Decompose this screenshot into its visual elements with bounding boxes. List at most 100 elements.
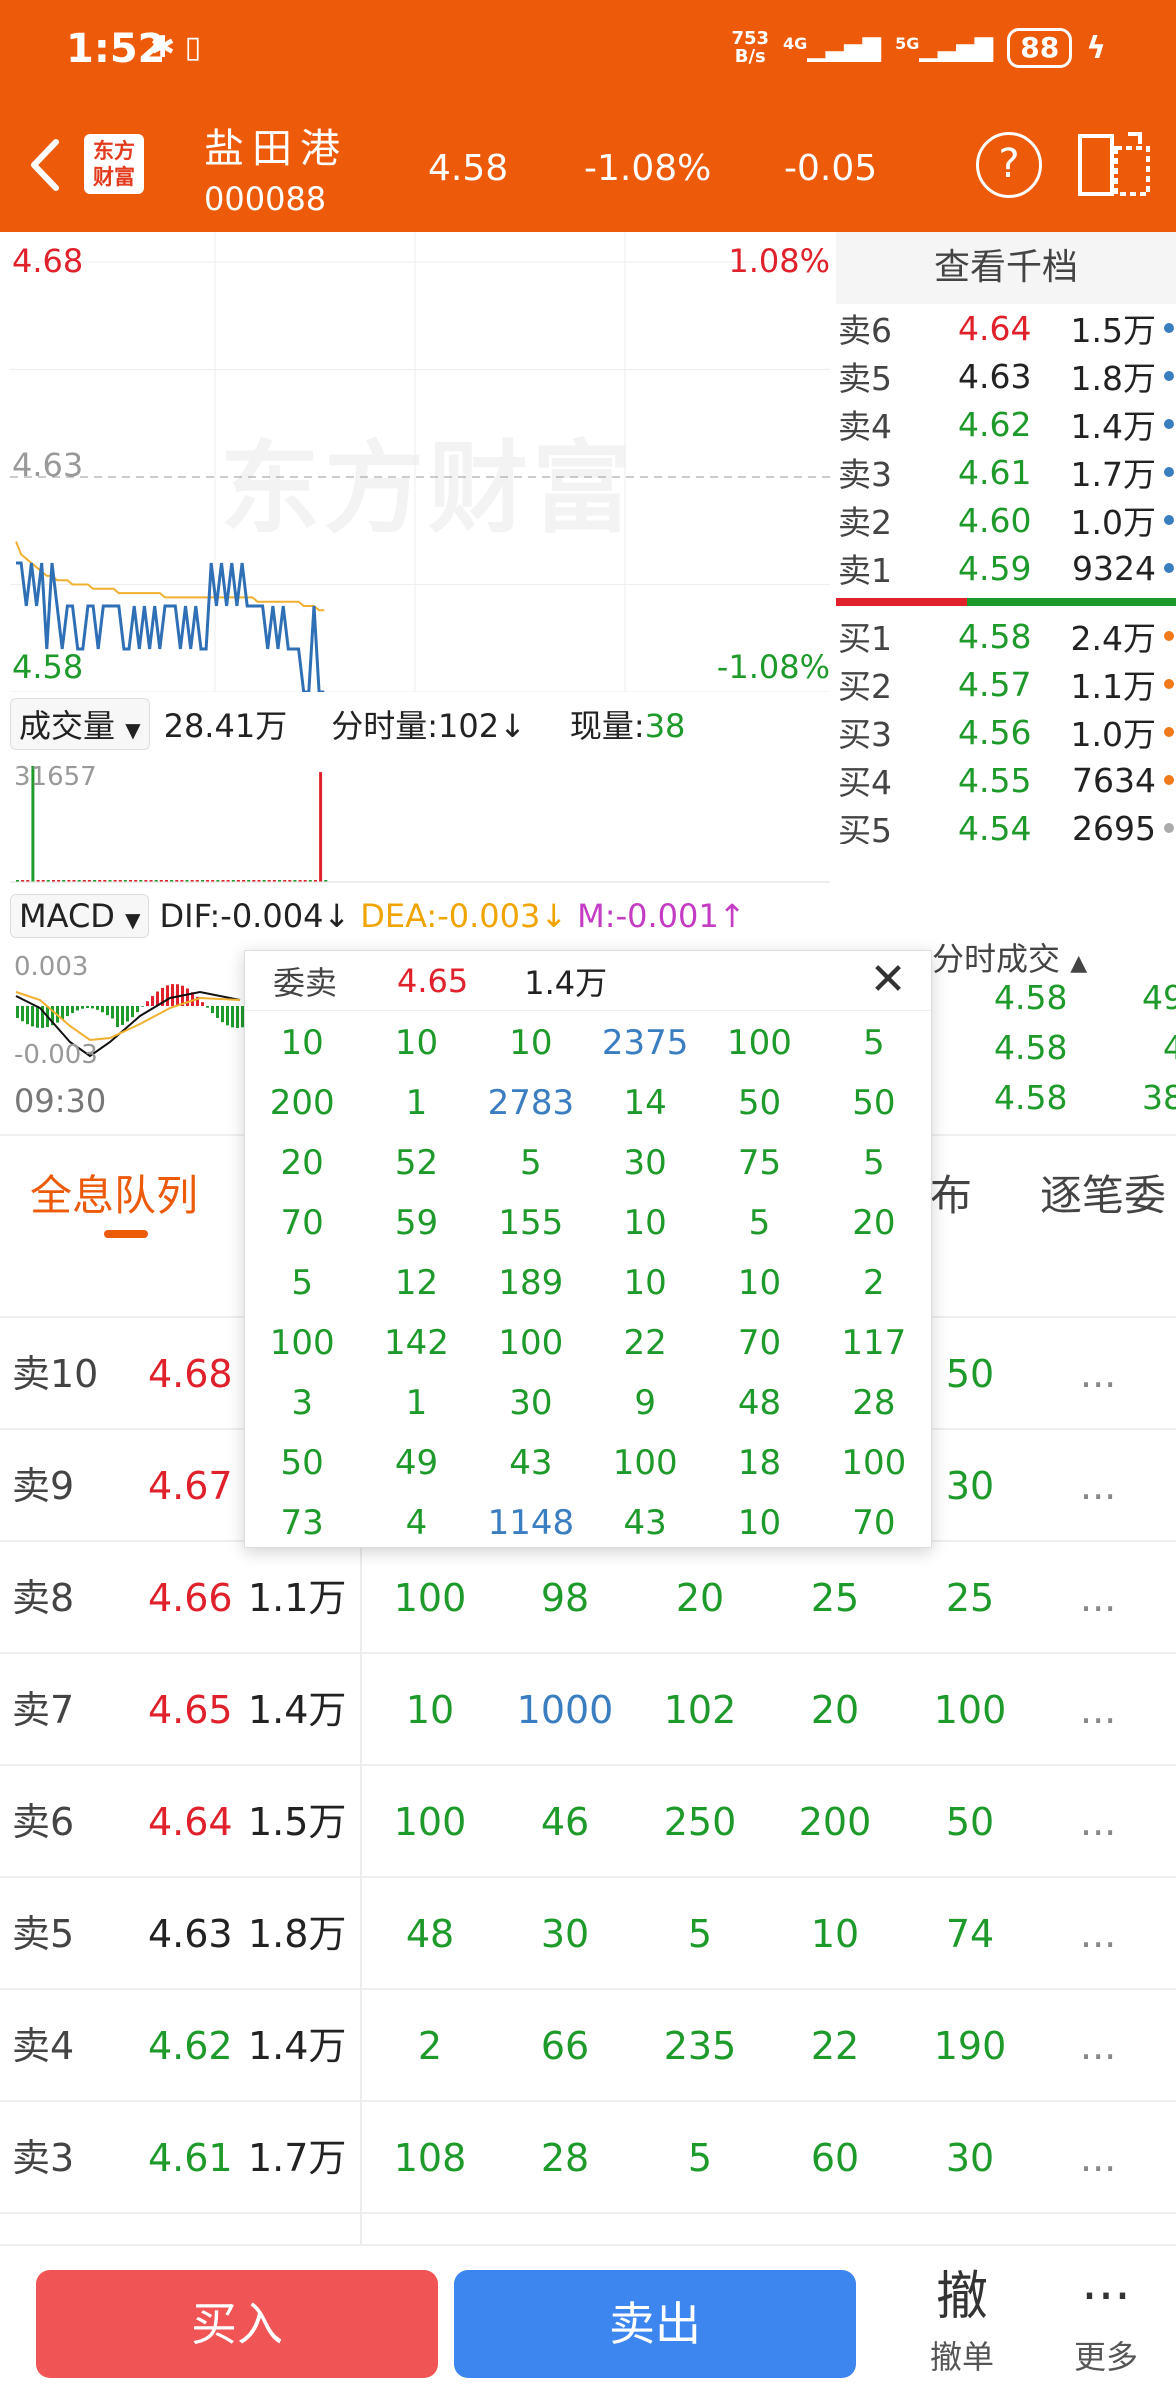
order-book-title[interactable]: 查看千档 [836, 232, 1176, 304]
popup-order-cell: 10 [394, 1023, 439, 1063]
close-icon[interactable]: ✕ [863, 955, 913, 1005]
popup-order-cell: 10 [509, 1023, 553, 1063]
help-button[interactable]: ? [976, 132, 1042, 198]
popup-order-cell: 2783 [487, 1083, 575, 1123]
tab-full-queue[interactable]: 全息队列 [30, 1162, 198, 1223]
dif-value: DIF:-0.004↓ [159, 897, 350, 935]
macd-selector[interactable]: MACD ▼ [10, 894, 150, 938]
layout-switch-button[interactable] [1076, 130, 1152, 200]
ask-row[interactable]: 卖3 4.61 1.7万 [836, 448, 1176, 496]
ticks-title: 分时成交 ▲ [932, 934, 1087, 980]
bid-row[interactable]: 买5 4.54 2695 [836, 804, 1176, 844]
more-button[interactable]: ··· 更多 [1046, 2262, 1166, 2378]
net-speed-unit: B/s [734, 46, 766, 67]
volume-selector[interactable]: 成交量 ▼ [10, 698, 150, 750]
sell-button[interactable]: 卖出 [454, 2270, 856, 2378]
macd-histogram-bar [66, 1006, 69, 1017]
tab-tick-orders[interactable]: 逐笔委 [1040, 1162, 1176, 1223]
queue-more[interactable]: ... [1080, 1654, 1116, 1766]
buy-button[interactable]: 买入 [36, 2270, 438, 2378]
popup-order-cell: 52 [394, 1143, 439, 1183]
queue-order: 22 [810, 2024, 860, 2068]
m-value: M:-0.001↑ [577, 897, 745, 935]
ask-dot [1164, 515, 1174, 525]
ask-row[interactable]: 卖1 4.59 9324 [836, 544, 1176, 592]
macd-histogram-bar [91, 1006, 94, 1009]
queue-row[interactable]: 卖3 4.61 1.7万 108 28 5 60 30... [0, 2102, 1176, 2214]
popup-order-cell: 28 [852, 1383, 896, 1423]
header-change: -0.05 [784, 148, 878, 189]
cancel-label: 撤单 [929, 2338, 994, 2376]
ask-row[interactable]: 卖2 4.60 1.0万 [836, 496, 1176, 544]
queue-row[interactable]: 卖4 4.62 1.4万 2 66 235 22 190... [0, 1990, 1176, 2102]
popup-order-cell: 20 [852, 1203, 896, 1243]
queue-order: 50 [945, 1800, 995, 1844]
queue-order: 66 [540, 2024, 590, 2068]
queue-order: 102 [663, 1688, 737, 1732]
popup-order-cell: 48 [737, 1383, 782, 1423]
bottom-price-label: 4.58 [12, 648, 84, 686]
logo-line1: 东方 [93, 139, 135, 163]
queue-order: 250 [663, 1800, 737, 1844]
queue-price: 4.64 [148, 1800, 233, 1844]
order-queue-popup[interactable]: 委卖 4.65 1.4万 ✕ 10 10 10 2375 100 5 200 1 2783 14 5… [244, 950, 932, 1548]
minute-volume: 分时量:102↓ [331, 701, 526, 747]
queue-more[interactable]: ... [1080, 1318, 1116, 1430]
queue-row[interactable]: 卖5 4.63 1.8万 48 30 5 10 74... [0, 1878, 1176, 1990]
logo-line2: 财富 [93, 165, 135, 189]
ask-qty: 1.5万 [1070, 311, 1156, 350]
macd-histogram-bar [176, 984, 179, 1006]
popup-order-cell: 59 [394, 1203, 439, 1243]
queue-more[interactable]: ... [1080, 1542, 1116, 1654]
avg-price-line [15, 541, 325, 612]
macd-histogram-bar [71, 1006, 74, 1013]
bid-row[interactable]: 买1 4.58 2.4万 [836, 612, 1176, 660]
net-speed: 753 B/s [731, 30, 769, 66]
queue-order: 1000 [516, 1688, 614, 1732]
ask-qty: 1.0万 [1070, 503, 1156, 542]
queue-label: 卖5 [12, 1912, 75, 1956]
cancel-icon: 撤 [935, 2267, 988, 2327]
macd-histogram-bar [216, 1006, 219, 1018]
queue-more[interactable]: ... [1080, 1766, 1116, 1878]
queue-order: 235 [663, 2024, 737, 2068]
bid-row[interactable]: 买3 4.56 1.0万 [836, 708, 1176, 756]
macd-chart: 0.003 -0.003 [10, 946, 244, 1076]
ask-row[interactable]: 卖6 4.64 1.5万 [836, 304, 1176, 352]
queue-more[interactable]: ... [1080, 2102, 1116, 2214]
cancel-order-button[interactable]: 撤 撤单 [902, 2262, 1022, 2378]
tab-distribution[interactable]: 布 [930, 1162, 972, 1223]
charging-icon: ϟ [1086, 30, 1106, 66]
bid-list: 买1 4.58 2.4万 买2 4.57 1.1万 买3 4.56 1.0万 买4 4.55 7634… [836, 612, 1176, 844]
ask-label: 卖2 [838, 503, 892, 542]
popup-order-cell: 30 [509, 1383, 553, 1423]
signal-5g-label: 5G [895, 34, 920, 53]
bid-row[interactable]: 买2 4.57 1.1万 [836, 660, 1176, 708]
tick-volume: 49 [1142, 978, 1176, 1017]
back-button[interactable] [20, 130, 70, 200]
queue-price: 4.62 [148, 2024, 233, 2068]
bid-row[interactable]: 买4 4.55 7634 [836, 756, 1176, 804]
queue-row[interactable]: 卖8 4.66 1.1万 100 98 20 25 25... [0, 1542, 1176, 1654]
ask-dot [1164, 467, 1174, 477]
popup-order-cell: 5 [520, 1143, 542, 1183]
ask-row[interactable]: 卖5 4.63 1.8万 [836, 352, 1176, 400]
popup-order-cell: 50 [737, 1083, 782, 1123]
popup-order-cell: 50 [280, 1443, 324, 1483]
queue-more[interactable]: ... [1080, 1878, 1116, 1990]
tick-row: 4.58 38 [994, 1078, 1176, 1117]
queue-more[interactable]: ... [1080, 1990, 1116, 2102]
queue-row[interactable]: 卖7 4.65 1.4万 10 1000 102 20 100... [0, 1654, 1176, 1766]
queue-row[interactable]: 卖6 4.64 1.5万 100 46 250 200 50... [0, 1766, 1176, 1878]
macd-histogram-bar [126, 1006, 129, 1022]
signal-4g-label: 4G [783, 34, 808, 53]
macd-histogram-bar [141, 1006, 144, 1007]
queue-more[interactable]: ... [1080, 1430, 1116, 1542]
macd-histogram-bar [231, 1006, 234, 1028]
ask-row[interactable]: 卖4 4.62 1.4万 [836, 400, 1176, 448]
popup-order-cell: 10 [737, 1263, 782, 1303]
tick-list[interactable]: 分时成交 ▲ 4.58 49 4.58 4 4.58 38 [920, 928, 1176, 1128]
popup-order-cell: 1148 [487, 1503, 575, 1543]
macd-indicator-bar: MACD ▼ DIF:-0.004↓ DEA:-0.003↓ M:-0.001↑ [10, 888, 830, 944]
macd-histogram-bar [206, 1006, 209, 1008]
